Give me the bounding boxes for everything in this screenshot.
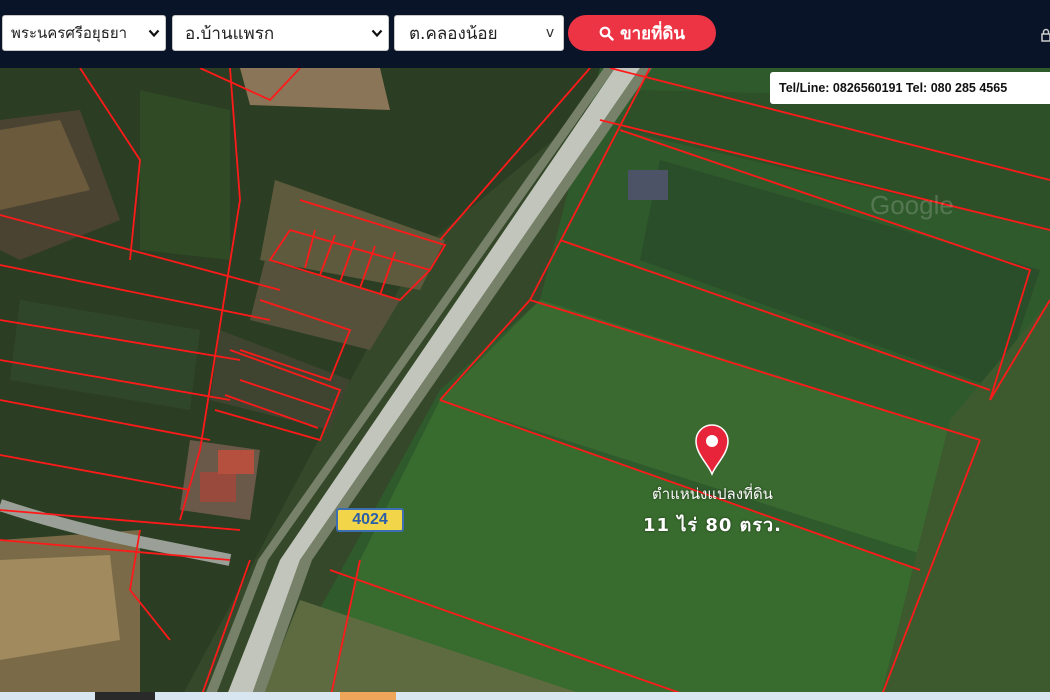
subdistrict-select[interactable]: ต.คลองน้อย v [394, 15, 564, 51]
road-number-badge: 4024 [336, 508, 404, 532]
search-icon [599, 26, 614, 41]
location-pin-icon[interactable] [692, 422, 732, 476]
map-watermark: Google [870, 190, 954, 220]
contact-text: Tel/Line: 0826560191 Tel: 080 285 4565 [779, 81, 1008, 95]
subdistrict-select-value: ต.คลองน้อย [409, 23, 498, 44]
map-canvas [0, 68, 1050, 700]
district-select-value: อ.บ้านแพรก [185, 23, 275, 44]
province-select[interactable]: พระนครศรีอยุธยา [2, 15, 166, 51]
sale-land-button[interactable]: ขายที่ดิน [568, 15, 716, 51]
bottom-strip [0, 692, 1050, 700]
plot-location-label: ตำแหน่งแปลงที่ดิน [652, 485, 773, 503]
top-bar: พระนครศรีอยุธยา อ.บ้านแพรก ต.คลองน้อย v … [0, 0, 1050, 68]
district-select[interactable]: อ.บ้านแพรก [172, 15, 389, 51]
satellite-map[interactable]: Google 4024 ตำแหน่งแปลงที่ดิน 11 ไร่ 80 … [0, 68, 1050, 700]
bottom-strip-orange [340, 692, 396, 700]
dropdown-arrow: v [545, 25, 555, 41]
bottom-strip-dark [95, 692, 155, 700]
province-select-value: พระนครศรีอยุธยา [11, 24, 128, 42]
chevron-down-icon [143, 28, 165, 38]
lock-icon[interactable] [1041, 28, 1050, 42]
contact-info-box: Tel/Line: 0826560191 Tel: 080 285 4565 [770, 72, 1050, 104]
sale-land-button-label: ขายที่ดิน [620, 23, 685, 44]
chevron-down-icon [366, 28, 388, 38]
plot-size-label: 11 ไร่ 80 ตรว. [643, 515, 782, 536]
